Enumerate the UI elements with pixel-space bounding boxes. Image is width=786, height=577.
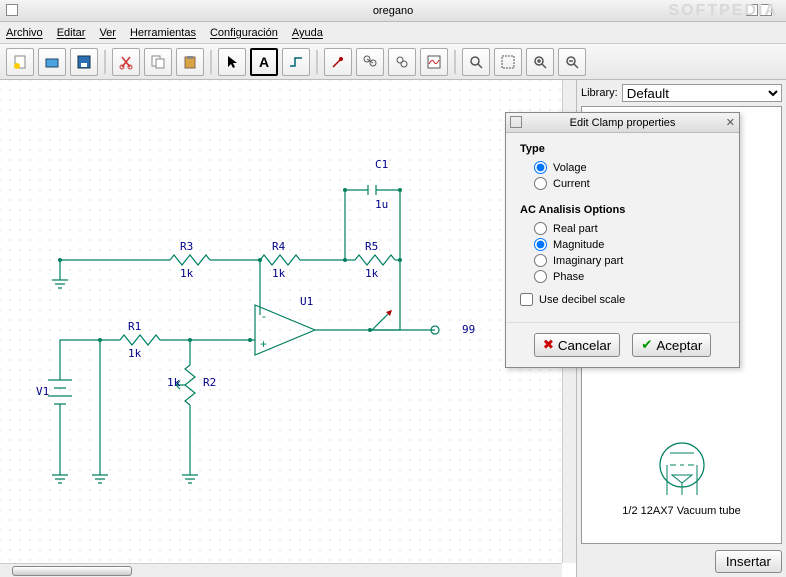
svg-text:+: + (260, 337, 267, 351)
run-button[interactable] (388, 48, 416, 76)
menu-editar[interactable]: Editar (57, 27, 86, 39)
toolbar: A (0, 44, 786, 80)
probe-tool[interactable] (324, 48, 352, 76)
minimize-button[interactable] (746, 4, 758, 16)
label-u1: U1 (300, 295, 313, 308)
schematic: - + (0, 80, 562, 563)
label-r4: R4 (272, 240, 285, 253)
dialog-icon (510, 116, 522, 128)
text-tool[interactable]: A (250, 48, 278, 76)
window-title: oregano (373, 5, 413, 17)
svg-text:-: - (262, 309, 266, 323)
accept-icon: ✔ (641, 337, 652, 353)
type-heading: Type (520, 143, 725, 155)
radio-real[interactable]: Real part (534, 222, 725, 235)
label-r5: R5 (365, 240, 378, 253)
scrollbar-horizontal[interactable] (0, 563, 562, 577)
zoom-fit-button[interactable] (494, 48, 522, 76)
label-r2: R2 (203, 376, 216, 389)
paste-button[interactable] (176, 48, 204, 76)
dialog-titlebar[interactable]: Edit Clamp properties ✕ (506, 113, 739, 133)
zoom-area-button[interactable] (462, 48, 490, 76)
zoom-out-button[interactable] (558, 48, 586, 76)
label-v1: V1 (36, 385, 49, 398)
insert-button[interactable]: Insertar (715, 550, 782, 573)
label-r4-val: 1k (272, 267, 285, 280)
select-tool[interactable] (218, 48, 246, 76)
checkbox-decibel[interactable]: Use decibel scale (520, 293, 725, 306)
menubar: Archivo Editar Ver Herramientas Configur… (0, 22, 786, 44)
canvas-area[interactable]: - + (0, 80, 576, 577)
vacuum-tube-icon (642, 435, 722, 505)
save-button[interactable] (70, 48, 98, 76)
menu-ver[interactable]: Ver (99, 27, 116, 39)
label-net99: 99 (462, 323, 475, 336)
accept-button[interactable]: ✔Aceptar (632, 333, 711, 357)
radio-voltage[interactable]: Volage (534, 161, 725, 174)
menu-archivo[interactable]: Archivo (6, 27, 43, 39)
radio-magnitude[interactable]: Magnitude (534, 238, 725, 251)
label-r1: R1 (128, 320, 141, 333)
open-button[interactable] (38, 48, 66, 76)
radio-phase[interactable]: Phase (534, 270, 725, 283)
menu-configuracion[interactable]: Configuración (210, 27, 278, 39)
label-c1: C1 (375, 158, 388, 171)
ac-heading: AC Analisis Options (520, 204, 725, 216)
copy-button[interactable] (144, 48, 172, 76)
cancel-icon: ✖ (543, 337, 554, 353)
cancel-button[interactable]: ✖Cancelar (534, 333, 621, 357)
label-r5-val: 1k (365, 267, 378, 280)
library-select[interactable]: Default (622, 84, 782, 102)
clamp-properties-dialog: Edit Clamp properties ✕ Type Volage Curr… (505, 112, 740, 368)
cut-button[interactable] (112, 48, 140, 76)
plot-button[interactable] (420, 48, 448, 76)
new-button[interactable] (6, 48, 34, 76)
label-r3: R3 (180, 240, 193, 253)
label-r1-val: 1k (128, 347, 141, 360)
label-c1-val: 1u (375, 198, 388, 211)
wire-tool[interactable] (282, 48, 310, 76)
radio-imaginary[interactable]: Imaginary part (534, 254, 725, 267)
label-r2-val: 1k (167, 376, 180, 389)
app-icon (6, 4, 18, 16)
part-name: 1/2 12AX7 Vacuum tube (622, 505, 740, 517)
close-icon[interactable]: ✕ (726, 116, 735, 129)
label-r3-val: 1k (180, 267, 193, 280)
titlebar: oregano SOFTPEDIA (0, 0, 786, 22)
radio-current[interactable]: Current (534, 177, 725, 190)
menu-herramientas[interactable]: Herramientas (130, 27, 196, 39)
menu-ayuda[interactable]: Ayuda (292, 27, 323, 39)
dialog-title: Edit Clamp properties (570, 117, 676, 129)
zoom-in-button[interactable] (526, 48, 554, 76)
library-label: Library: (581, 87, 618, 99)
maximize-button[interactable] (760, 4, 772, 16)
parts-button[interactable] (356, 48, 384, 76)
